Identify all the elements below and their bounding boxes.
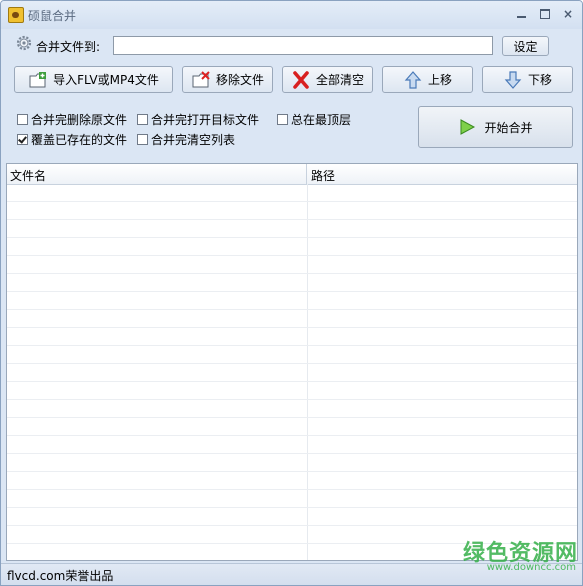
list-header: 文件名 路径 xyxy=(7,164,577,185)
watermark-logo: 绿色资源网 www.downcc.com xyxy=(448,535,578,579)
start-merge-label: 开始合并 xyxy=(484,120,533,135)
remove-file-button[interactable]: 移除文件 xyxy=(182,66,273,93)
clear-list-checkbox[interactable]: 合并完清空列表 xyxy=(137,131,235,148)
clear-list-box[interactable] xyxy=(137,134,148,145)
list-row-empty[interactable] xyxy=(7,490,577,508)
app-window: 硕鼠合并 × 合并文件到: 设定 导入FLV或MP4文件 移除文件 全部清空 上… xyxy=(0,0,583,586)
list-row-empty[interactable] xyxy=(7,274,577,292)
watermark-url: www.downcc.com xyxy=(486,562,576,573)
close-icon[interactable]: × xyxy=(560,7,576,21)
merge-target-label: 合并文件到: xyxy=(36,40,101,54)
clear-list-label: 合并完清空列表 xyxy=(151,133,236,147)
list-rows xyxy=(7,184,577,560)
list-row-empty[interactable] xyxy=(7,418,577,436)
always-on-top-label: 总在最顶层 xyxy=(291,113,352,127)
delete-source-label: 合并完删除原文件 xyxy=(31,113,128,127)
merge-target-input[interactable] xyxy=(113,36,493,55)
title-bar[interactable]: 硕鼠合并 × xyxy=(1,1,582,29)
list-row-empty[interactable] xyxy=(7,256,577,274)
list-row-empty[interactable] xyxy=(7,508,577,526)
open-target-box[interactable] xyxy=(137,114,148,125)
maximize-icon[interactable] xyxy=(537,7,553,21)
add-file-icon xyxy=(29,71,47,87)
list-row-empty[interactable] xyxy=(7,202,577,220)
open-target-label: 合并完打开目标文件 xyxy=(151,113,260,127)
file-list[interactable]: 文件名 路径 xyxy=(6,163,578,561)
clear-all-button-label: 全部清空 xyxy=(315,73,364,87)
play-icon xyxy=(460,119,476,135)
column-divider[interactable] xyxy=(306,164,307,184)
delete-source-box[interactable] xyxy=(17,114,28,125)
move-down-button-label: 下移 xyxy=(527,73,552,87)
list-row-empty[interactable] xyxy=(7,346,577,364)
import-button-label: 导入FLV或MP4文件 xyxy=(53,73,159,87)
list-row-empty[interactable] xyxy=(7,310,577,328)
status-text: flvcd.com荣誉出品 xyxy=(7,569,114,583)
arrow-up-icon xyxy=(404,70,422,89)
app-logo-icon xyxy=(8,7,24,23)
list-row-empty[interactable] xyxy=(7,454,577,472)
overwrite-label: 覆盖已存在的文件 xyxy=(31,133,128,147)
list-row-empty[interactable] xyxy=(7,400,577,418)
delete-source-checkbox[interactable]: 合并完删除原文件 xyxy=(17,111,127,128)
window-title: 硕鼠合并 xyxy=(28,9,77,23)
list-row-empty[interactable] xyxy=(7,472,577,490)
move-down-button[interactable]: 下移 xyxy=(482,66,573,93)
list-row-empty[interactable] xyxy=(7,184,577,202)
list-row-empty[interactable] xyxy=(7,364,577,382)
list-row-empty[interactable] xyxy=(7,292,577,310)
overwrite-box[interactable] xyxy=(17,134,28,145)
red-x-icon xyxy=(293,70,309,89)
list-row-empty[interactable] xyxy=(7,328,577,346)
clear-all-button[interactable]: 全部清空 xyxy=(282,66,373,93)
arrow-down-icon xyxy=(504,70,522,89)
overwrite-checkbox[interactable]: 覆盖已存在的文件 xyxy=(17,131,127,148)
set-button[interactable]: 设定 xyxy=(502,36,549,56)
column-header-path[interactable]: 路径 xyxy=(311,167,335,184)
remove-file-icon xyxy=(192,70,210,87)
list-row-empty[interactable] xyxy=(7,220,577,238)
move-up-button[interactable]: 上移 xyxy=(382,66,473,93)
always-on-top-box[interactable] xyxy=(277,114,288,125)
always-on-top-checkbox[interactable]: 总在最顶层 xyxy=(277,111,351,128)
import-button[interactable]: 导入FLV或MP4文件 xyxy=(14,66,173,93)
list-row-empty[interactable] xyxy=(7,382,577,400)
remove-file-button-label: 移除文件 xyxy=(215,73,264,87)
column-header-filename[interactable]: 文件名 xyxy=(10,167,46,184)
list-row-empty[interactable] xyxy=(7,436,577,454)
minimize-icon[interactable] xyxy=(514,7,530,21)
start-merge-button[interactable]: 开始合并 xyxy=(418,106,573,148)
open-target-checkbox[interactable]: 合并完打开目标文件 xyxy=(137,111,259,128)
gear-icon xyxy=(16,35,32,51)
list-row-empty[interactable] xyxy=(7,238,577,256)
move-up-button-label: 上移 xyxy=(427,73,452,87)
